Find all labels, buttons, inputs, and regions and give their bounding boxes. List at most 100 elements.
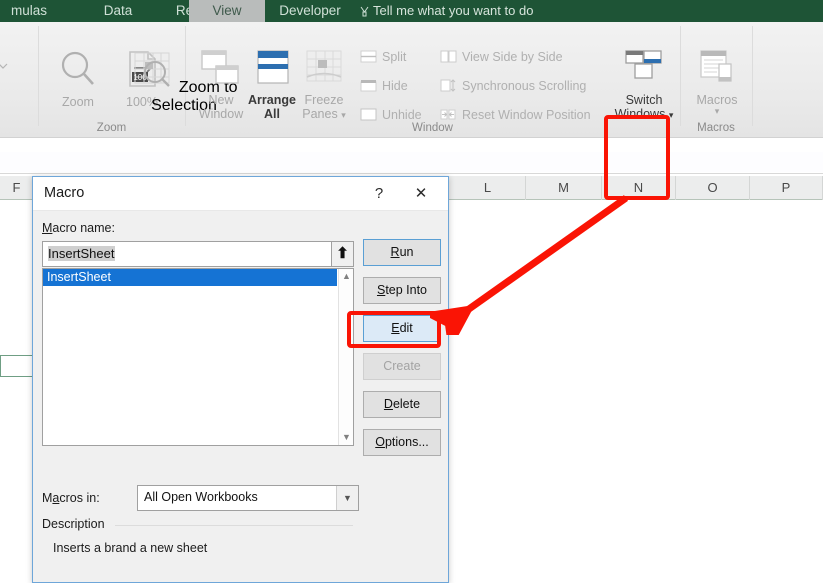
switch-windows-line1: Switch bbox=[625, 93, 663, 107]
group-separator bbox=[38, 26, 39, 126]
macros-button-label: Macros bbox=[696, 93, 738, 107]
list-item[interactable]: InsertSheet bbox=[43, 269, 337, 286]
macro-name-input[interactable]: InsertSheet bbox=[42, 241, 332, 267]
tab-data[interactable]: Data bbox=[88, 0, 148, 22]
macro-name-label: Macro name: bbox=[42, 221, 115, 235]
tell-me-label: Tell me what you want to do bbox=[373, 3, 534, 18]
selected-range-left-border bbox=[0, 355, 1, 376]
description-label: Description bbox=[42, 517, 105, 531]
delete-button[interactable]: Delete bbox=[363, 391, 441, 418]
new-window-icon bbox=[199, 50, 243, 93]
options-label-rest: ptions... bbox=[384, 435, 429, 449]
view-side-by-side-label: View Side by Side bbox=[462, 50, 563, 64]
group-separator bbox=[752, 26, 753, 126]
ribbon-item-view-side-by-side[interactable]: View Side by Side bbox=[440, 50, 563, 65]
freeze-panes-line2: Panes ▾ bbox=[296, 107, 352, 122]
macros-in-value: All Open Workbooks bbox=[144, 490, 258, 504]
group-separator bbox=[680, 26, 681, 126]
ribbon-button-zoom-label: Zoom bbox=[62, 95, 94, 109]
unhide-label: Unhide bbox=[382, 108, 422, 122]
arrange-all-line1: Arrange bbox=[248, 93, 296, 107]
macro-name-label-rest: acro name: bbox=[52, 221, 115, 235]
annotation-arrow bbox=[430, 195, 629, 335]
tab-formulas[interactable]: mulas bbox=[0, 0, 68, 22]
ribbon-button-macros[interactable]: Macros ▾ bbox=[688, 48, 746, 116]
run-accel: R bbox=[390, 245, 400, 259]
column-header-o[interactable]: O bbox=[676, 176, 750, 200]
group-label-zoom: Zoom bbox=[96, 122, 127, 134]
ribbon-item-hide[interactable]: Hide bbox=[360, 79, 408, 94]
unhide-icon bbox=[360, 108, 377, 121]
macros-in-label-a: M bbox=[42, 491, 53, 505]
arrange-all-icon bbox=[250, 50, 294, 93]
macros-in-label-rest: cros in: bbox=[59, 491, 100, 505]
chevron-down-icon[interactable]: ▾ bbox=[341, 110, 346, 120]
ribbon-button-zoom[interactable]: Zoom bbox=[48, 48, 108, 109]
ribbon-tab-strip: mulas Data Review View Developer Tell me… bbox=[0, 0, 823, 22]
options-accel: O bbox=[375, 435, 385, 449]
annotation-box-column-n bbox=[604, 115, 670, 200]
ribbon-item-unhide[interactable]: Unhide bbox=[360, 108, 422, 123]
column-header-f[interactable]: F bbox=[0, 176, 34, 200]
tab-developer[interactable]: Developer bbox=[262, 0, 358, 22]
delete-label-rest: elete bbox=[392, 397, 421, 411]
ribbon-item-synchronous-scrolling[interactable]: Synchronous Scrolling bbox=[440, 79, 586, 94]
hide-icon bbox=[360, 79, 377, 92]
formula-bar-input[interactable] bbox=[0, 152, 823, 172]
magnifier-icon bbox=[56, 51, 100, 95]
chevron-up-icon[interactable]: ▲ bbox=[339, 269, 354, 284]
chevron-down-icon[interactable]: ▼ bbox=[339, 430, 354, 445]
delete-accel: D bbox=[383, 397, 393, 411]
ribbon-button-freeze-panes[interactable]: Freeze Panes ▾ bbox=[296, 48, 352, 122]
ribbon-button-switch-windows[interactable]: Switch Windows ▾ bbox=[610, 48, 678, 122]
synchronous-scrolling-icon bbox=[440, 79, 457, 92]
chevron-down-icon[interactable]: ▾ bbox=[688, 107, 746, 116]
freeze-panes-line1: Freeze bbox=[304, 93, 344, 107]
view-side-by-side-icon bbox=[440, 50, 457, 63]
ribbon-button-arrange-all[interactable]: Arrange All bbox=[244, 48, 300, 121]
lightbulb-icon bbox=[360, 2, 369, 17]
split-label: Split bbox=[382, 50, 407, 64]
step-into-label-rest: tep Into bbox=[385, 283, 428, 297]
split-icon bbox=[360, 50, 377, 63]
description-text: Inserts a brand a new sheet bbox=[53, 541, 208, 555]
macro-list-box[interactable]: InsertSheet ▲ ▼ bbox=[42, 268, 354, 446]
chevron-down-icon[interactable]: ▼ bbox=[336, 486, 358, 510]
tab-view[interactable]: View bbox=[189, 0, 265, 22]
macros-icon bbox=[695, 50, 739, 93]
truncated-dropdown-icon[interactable] bbox=[0, 58, 8, 69]
question-mark-icon[interactable]: ? bbox=[366, 183, 392, 205]
dialog-title: Macro bbox=[44, 185, 85, 201]
group-label-macros: Macros bbox=[697, 122, 735, 134]
ribbon-item-split[interactable]: Split bbox=[360, 50, 406, 65]
switch-windows-icon bbox=[622, 50, 666, 93]
up-arrow-icon[interactable]: ⬆ bbox=[332, 241, 354, 267]
ribbon-body: Zoom 100 100% Zoom to Selection Zoom New… bbox=[0, 22, 823, 138]
reset-window-position-icon bbox=[440, 108, 457, 121]
ribbon-item-reset-window-position[interactable]: Reset Window Position bbox=[440, 108, 591, 123]
freeze-panes-line2-text: Panes bbox=[302, 107, 338, 121]
macro-name-input-value: InsertSheet bbox=[48, 246, 115, 261]
hide-label: Hide bbox=[382, 79, 408, 93]
selected-range-bottom-border bbox=[0, 376, 34, 377]
macros-in-dropdown[interactable]: All Open Workbooks ▼ bbox=[137, 485, 359, 511]
macro-dialog: Macro ? ✕ Macro name: InsertSheet ⬆ Inse… bbox=[32, 176, 449, 583]
new-window-line1: New bbox=[208, 93, 234, 107]
column-header-p[interactable]: P bbox=[750, 176, 823, 200]
new-window-line2: Window bbox=[198, 107, 244, 121]
run-label-rest: un bbox=[399, 245, 414, 259]
freeze-panes-icon bbox=[302, 50, 346, 93]
ribbon-button-new-window[interactable]: New Window bbox=[190, 48, 252, 121]
create-button: Create bbox=[363, 353, 441, 380]
reset-window-position-label: Reset Window Position bbox=[462, 108, 591, 122]
options-button[interactable]: Options... bbox=[363, 429, 441, 456]
annotation-box-edit-button bbox=[347, 311, 441, 348]
selected-range-top-border bbox=[0, 355, 34, 356]
synchronous-scrolling-label: Synchronous Scrolling bbox=[462, 79, 587, 93]
description-divider bbox=[115, 525, 353, 526]
tell-me-box[interactable]: Tell me what you want to do bbox=[360, 0, 620, 22]
dialog-title-bar[interactable]: Macro ? ✕ bbox=[33, 177, 448, 211]
zoom-selection-icon bbox=[130, 52, 178, 96]
macros-in-label: Macros in: bbox=[42, 491, 100, 505]
list-scrollbar[interactable]: ▲ ▼ bbox=[338, 269, 353, 445]
